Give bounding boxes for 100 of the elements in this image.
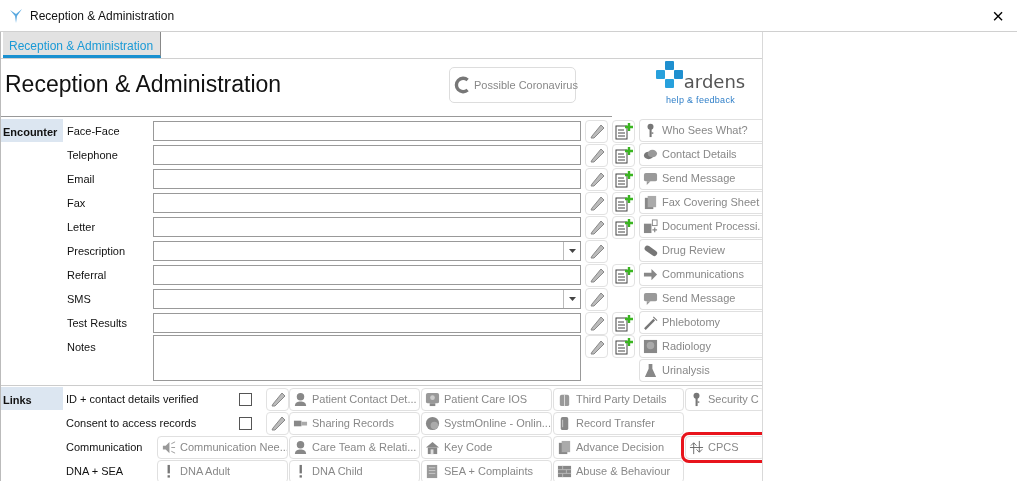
side-button[interactable]: Phlebotomy bbox=[639, 311, 762, 334]
link-button[interactable]: Sharing Records bbox=[289, 411, 420, 435]
tab[interactable]: Reception & Administration bbox=[3, 32, 162, 58]
add-note-icon bbox=[614, 194, 633, 212]
pencil-icon bbox=[588, 123, 605, 139]
link-button[interactable]: SystmOnline - Onlin... bbox=[421, 411, 552, 435]
side-button[interactable]: Radiology bbox=[639, 335, 762, 358]
edit-button[interactable] bbox=[266, 387, 289, 411]
input-field[interactable] bbox=[153, 193, 581, 213]
phone-icon bbox=[643, 147, 658, 162]
add-note-icon bbox=[614, 170, 633, 188]
input-field[interactable] bbox=[153, 217, 581, 237]
coronavirus-button[interactable]: Possible Coronavirus bbox=[449, 67, 576, 103]
edit-button[interactable] bbox=[585, 119, 608, 143]
edit-button[interactable] bbox=[585, 191, 608, 215]
add-note-button[interactable] bbox=[612, 191, 635, 215]
field-label: Email bbox=[66, 171, 96, 187]
field-label: DNA + SEA bbox=[66, 463, 124, 479]
edit-button[interactable] bbox=[585, 143, 608, 167]
link-button[interactable]: SEA + Complaints bbox=[421, 459, 552, 481]
pencil-icon bbox=[588, 147, 605, 163]
notes-field[interactable] bbox=[153, 335, 581, 381]
link-button[interactable]: Communication Nee... bbox=[157, 435, 288, 459]
add-note-button[interactable] bbox=[612, 263, 635, 287]
edit-button[interactable] bbox=[585, 287, 608, 311]
link-button[interactable]: Care Team & Relati... bbox=[289, 435, 420, 459]
pencil-icon bbox=[588, 171, 605, 187]
add-note-icon bbox=[614, 146, 633, 164]
link-button[interactable]: Key Code bbox=[421, 435, 552, 459]
edit-button[interactable] bbox=[266, 411, 289, 435]
field-label: Telephone bbox=[66, 147, 119, 163]
edit-button[interactable] bbox=[585, 311, 608, 335]
caret-icon bbox=[568, 249, 576, 253]
side-button[interactable]: Send Message bbox=[639, 287, 762, 310]
add-note-icon bbox=[614, 338, 633, 355]
dropdown-field[interactable] bbox=[153, 289, 581, 309]
side-button[interactable]: Send Message bbox=[639, 167, 762, 190]
input-field[interactable] bbox=[153, 313, 581, 333]
input-field[interactable] bbox=[153, 169, 581, 189]
side-button[interactable]: Communications bbox=[639, 263, 762, 286]
add-note-icon bbox=[614, 314, 633, 332]
side-button[interactable]: Fax Covering Sheet bbox=[639, 191, 762, 214]
link-button[interactable]: Third Party Details bbox=[553, 387, 684, 411]
swap-icon bbox=[689, 439, 704, 455]
input-field[interactable] bbox=[153, 145, 581, 165]
add-note-button[interactable] bbox=[612, 335, 635, 358]
link-button[interactable]: Record Transfer bbox=[553, 411, 684, 435]
syringe-icon bbox=[643, 315, 658, 330]
checkbox[interactable] bbox=[239, 416, 252, 430]
input-field[interactable] bbox=[153, 265, 581, 285]
document-icon bbox=[643, 219, 658, 234]
field-label: Letter bbox=[66, 219, 97, 235]
person-icon bbox=[293, 439, 308, 455]
side-button[interactable]: Drug Review bbox=[639, 239, 762, 262]
checkbox[interactable] bbox=[239, 392, 252, 406]
side-button[interactable]: Urinalysis bbox=[639, 359, 762, 382]
add-note-icon bbox=[614, 266, 633, 284]
add-note-button[interactable] bbox=[612, 143, 635, 167]
link-button[interactable]: Abuse & Behaviour bbox=[553, 459, 684, 481]
field-label: Notes bbox=[66, 340, 97, 355]
link-button[interactable]: Patient Contact Det... bbox=[289, 387, 420, 411]
field-label: SMS bbox=[66, 291, 92, 307]
add-note-button[interactable] bbox=[612, 167, 635, 191]
cross-logo-icon bbox=[655, 61, 684, 89]
edit-button[interactable] bbox=[585, 335, 608, 358]
pencil-icon bbox=[588, 267, 605, 283]
link-button[interactable]: DNA Child bbox=[289, 459, 420, 481]
page-title: Reception & Administration bbox=[5, 70, 283, 99]
side-button[interactable]: Who Sees What? bbox=[639, 119, 762, 142]
flask-icon bbox=[643, 363, 658, 378]
document-icon bbox=[557, 439, 572, 455]
caret-icon bbox=[568, 297, 576, 301]
add-note-button[interactable] bbox=[612, 119, 635, 143]
field-label: Consent to access records bbox=[66, 415, 197, 431]
edit-button[interactable] bbox=[585, 239, 608, 263]
side-button[interactable]: Contact Details bbox=[639, 143, 762, 166]
link-button[interactable]: Security C bbox=[685, 387, 762, 411]
link-button[interactable]: DNA Adult bbox=[157, 459, 288, 481]
pencil-icon bbox=[269, 391, 286, 407]
link-button[interactable]: Advance Decision bbox=[553, 435, 684, 459]
help-link[interactable]: help & feedback bbox=[665, 94, 735, 108]
field-label: Fax bbox=[66, 195, 87, 211]
ring-icon bbox=[453, 76, 471, 94]
add-note-button[interactable] bbox=[612, 215, 635, 239]
side-button[interactable]: Document Processi. bbox=[639, 215, 762, 238]
edit-button[interactable] bbox=[585, 263, 608, 287]
brick-icon bbox=[557, 463, 572, 479]
section-label: Links bbox=[1, 387, 63, 410]
window-title: Reception & Administration bbox=[30, 7, 176, 25]
field-label: ID + contact details verified bbox=[66, 391, 199, 407]
add-note-button[interactable] bbox=[612, 311, 635, 335]
link-button[interactable]: Patient Care IOS bbox=[421, 387, 552, 411]
chat-icon bbox=[643, 291, 658, 306]
edit-button[interactable] bbox=[585, 215, 608, 239]
dropdown-field[interactable] bbox=[153, 241, 581, 261]
add-note-icon bbox=[614, 218, 633, 236]
notepad-icon bbox=[425, 463, 440, 479]
edit-button[interactable] bbox=[585, 167, 608, 191]
close-button[interactable]: × bbox=[992, 5, 1004, 26]
input-field[interactable] bbox=[153, 121, 581, 141]
